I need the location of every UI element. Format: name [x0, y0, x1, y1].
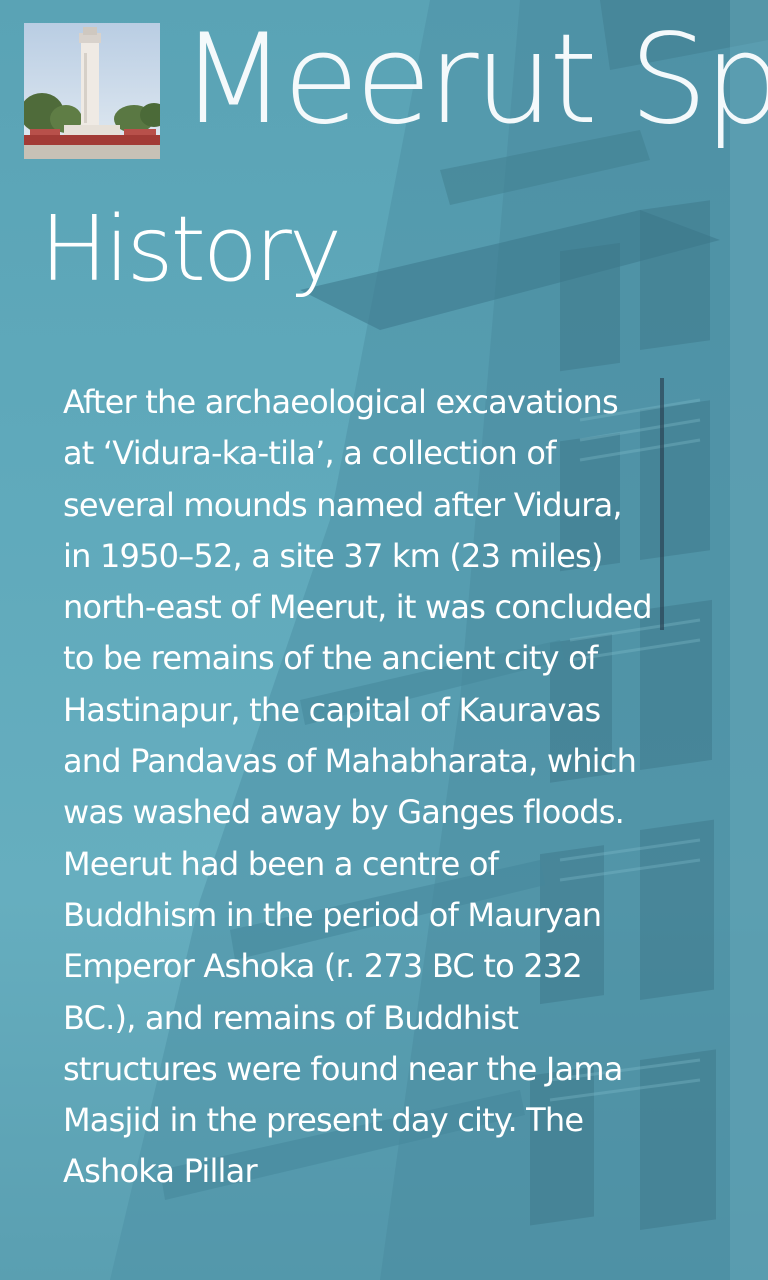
page-title: History	[40, 197, 342, 302]
paragraph: After the archaeological excavations at …	[63, 383, 653, 832]
app-title: Meerut Sp	[180, 8, 768, 152]
app-logo-image	[24, 23, 160, 159]
clock-tower-icon	[24, 23, 160, 159]
history-text-panel[interactable]: After the archaeological excavations at …	[63, 377, 653, 1280]
scrollbar-thumb[interactable]	[660, 378, 664, 630]
paragraph: Meerut had been a centre of Buddhism in …	[63, 844, 623, 1191]
